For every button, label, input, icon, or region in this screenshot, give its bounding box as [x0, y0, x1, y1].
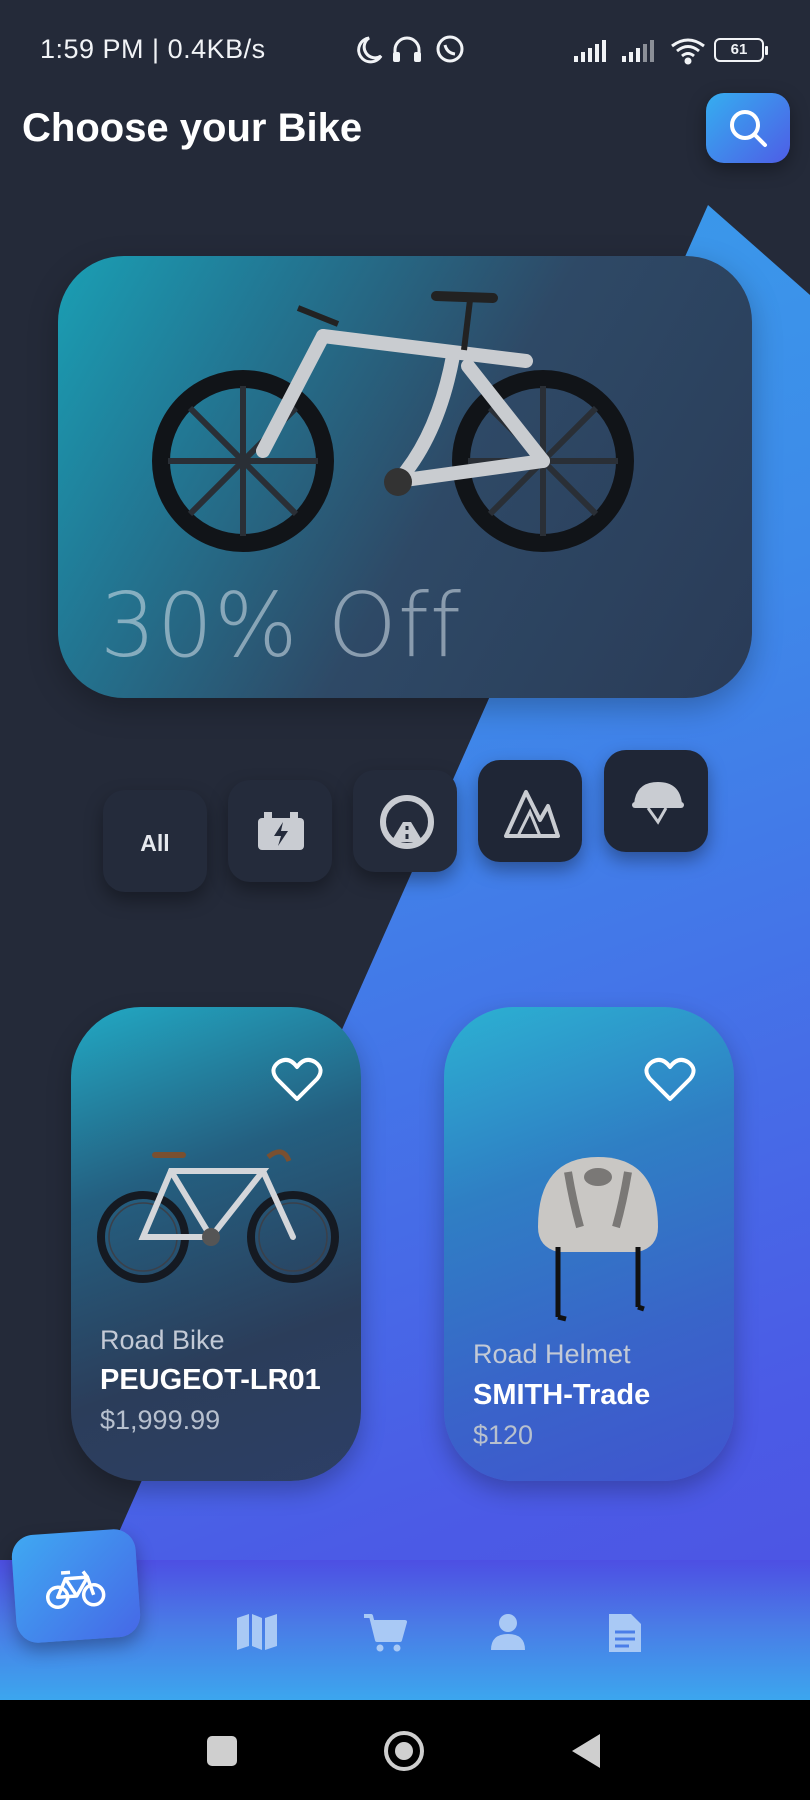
back-button[interactable]: [572, 1734, 600, 1768]
product-price: $120: [473, 1420, 534, 1450]
map-icon[interactable]: [235, 1612, 279, 1652]
category-electric[interactable]: [228, 780, 332, 882]
helmet-icon: [632, 782, 684, 825]
nav-item-bikes[interactable]: [10, 1527, 142, 1645]
home-button[interactable]: [384, 1731, 424, 1771]
whatsapp-icon: [436, 35, 464, 63]
signal-icon: [574, 40, 606, 62]
user-icon[interactable]: [488, 1612, 528, 1652]
helmet-image: [538, 1157, 658, 1322]
product-name: PEUGEOT-LR01: [100, 1364, 321, 1396]
signal-icon: [622, 40, 654, 62]
bike-icon: [45, 1570, 106, 1610]
battery-icon: 61: [714, 38, 768, 62]
road-icon: [380, 795, 434, 849]
cart-icon[interactable]: [362, 1612, 408, 1654]
battery-bolt-icon: [258, 812, 304, 850]
promo-banner[interactable]: 30% Off: [58, 256, 752, 698]
search-icon: [730, 110, 767, 147]
category-all[interactable]: All: [103, 790, 207, 892]
product-name: SMITH-Trade: [473, 1379, 651, 1411]
wifi-icon: [671, 38, 705, 65]
document-icon[interactable]: [607, 1612, 643, 1654]
product-card[interactable]: Road Helmet SMITH-Trade $120: [444, 1007, 734, 1481]
product-card[interactable]: Road Bike PEUGEOT-LR01 $1,999.99: [71, 1007, 361, 1481]
category-mountain[interactable]: [478, 760, 582, 862]
status-time-speed: 1:59 PM | 0.4KB/s: [40, 34, 266, 64]
product-category: Road Bike: [100, 1325, 225, 1355]
category-all-label: All: [140, 830, 170, 856]
product-category: Road Helmet: [473, 1339, 631, 1369]
page-title: Choose your Bike: [22, 106, 363, 150]
status-icons: [357, 35, 464, 64]
search-button[interactable]: [706, 93, 790, 163]
discount-label: 30% Off: [100, 574, 462, 677]
category-road[interactable]: [353, 770, 457, 872]
road-bike-image: [97, 1149, 339, 1283]
category-helmet[interactable]: [604, 750, 708, 852]
headphones-icon: [393, 36, 421, 62]
signal-wifi-icons: [574, 38, 705, 65]
moon-icon: [357, 36, 383, 64]
product-price: $1,999.99: [100, 1405, 221, 1435]
status-bar: 1:59 PM | 0.4KB/s 61: [0, 0, 810, 100]
heart-icon[interactable]: [644, 1057, 696, 1103]
recent-apps-button[interactable]: [207, 1736, 237, 1766]
mountain-icon: [504, 790, 560, 838]
heart-icon[interactable]: [271, 1057, 323, 1103]
electric-bike-image: [152, 291, 634, 552]
